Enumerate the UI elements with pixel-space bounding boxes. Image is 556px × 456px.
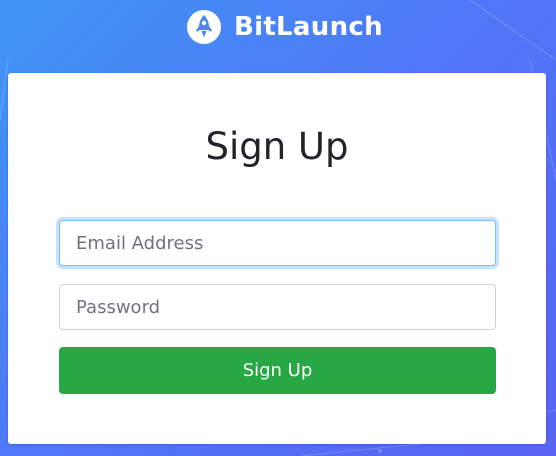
password-field[interactable] xyxy=(59,284,496,330)
brand-name: BitLaunch xyxy=(234,12,383,42)
page-title: Sign Up xyxy=(205,125,349,168)
rocket-icon xyxy=(187,10,221,44)
email-field[interactable] xyxy=(59,220,496,266)
sign-up-button[interactable]: Sign Up xyxy=(59,347,496,394)
signup-card: Sign Up Sign Up xyxy=(8,73,546,444)
brand-header: BitLaunch xyxy=(187,9,383,45)
